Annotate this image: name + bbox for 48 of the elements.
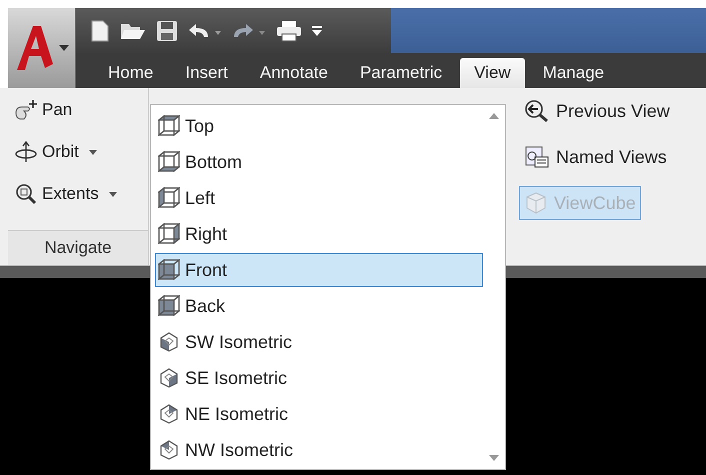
view-list-item[interactable]: SW Isometric xyxy=(155,325,483,359)
navigate-tool-button[interactable]: Pan xyxy=(14,94,148,126)
view-list-item[interactable]: Bottom xyxy=(155,145,483,179)
cube-view-icon xyxy=(158,187,180,209)
scroll-up-icon[interactable] xyxy=(489,113,499,119)
view-list-item[interactable]: NE Isometric xyxy=(155,397,483,431)
view-list-item[interactable]: Back xyxy=(155,289,483,323)
navigate-tool-button[interactable]: Extents xyxy=(14,178,148,210)
view-list-item[interactable]: NW Isometric xyxy=(155,433,483,467)
isometric-cube-icon xyxy=(158,403,180,425)
caret-icon xyxy=(108,192,117,196)
ribbon-tab[interactable]: Manage xyxy=(528,58,618,88)
view-list-item[interactable]: Top xyxy=(155,109,483,143)
isometric-cube-icon xyxy=(158,439,180,461)
view-list-item[interactable]: SE Isometric xyxy=(155,361,483,395)
view-tool-button[interactable]: Previous View xyxy=(519,94,675,128)
ribbon-tab[interactable]: Home xyxy=(94,58,168,88)
view-list-item[interactable]: Left xyxy=(155,181,483,215)
navigate-tool-button[interactable]: Orbit xyxy=(14,136,148,168)
ribbon-tab[interactable]: Insert xyxy=(171,58,242,88)
cube-icon xyxy=(524,191,548,215)
cube-view-icon xyxy=(158,295,180,317)
print-icon[interactable] xyxy=(276,20,302,42)
isometric-cube-icon xyxy=(158,331,180,353)
view-tool-button[interactable]: Named Views xyxy=(519,140,672,174)
cube-view-icon xyxy=(158,151,180,173)
caret-icon xyxy=(88,150,97,154)
ribbon-tab[interactable]: Annotate xyxy=(246,58,342,88)
panel-title: Navigate xyxy=(8,230,148,265)
cube-view-icon xyxy=(158,259,180,281)
logo-icon xyxy=(14,24,54,72)
view-list-item[interactable]: Front xyxy=(155,253,483,287)
zoom-extents-icon xyxy=(14,183,38,205)
caret-icon xyxy=(58,45,68,51)
named-views-icon xyxy=(524,145,550,169)
zoom-previous-icon xyxy=(524,99,550,123)
customize-dropdown-icon[interactable] xyxy=(312,24,322,36)
cube-view-icon xyxy=(158,223,180,245)
cube-view-icon xyxy=(158,115,180,137)
scroll-down-icon[interactable] xyxy=(489,455,499,461)
isometric-cube-icon xyxy=(158,367,180,389)
save-icon[interactable] xyxy=(156,20,178,42)
application-menu-button[interactable] xyxy=(8,8,76,88)
new-file-icon[interactable] xyxy=(90,20,110,42)
view-list-item[interactable]: Right xyxy=(155,217,483,251)
orbit-icon xyxy=(14,141,38,163)
ribbon-tab[interactable]: Parametric xyxy=(346,58,456,88)
ribbon-tab[interactable]: View xyxy=(460,58,525,88)
